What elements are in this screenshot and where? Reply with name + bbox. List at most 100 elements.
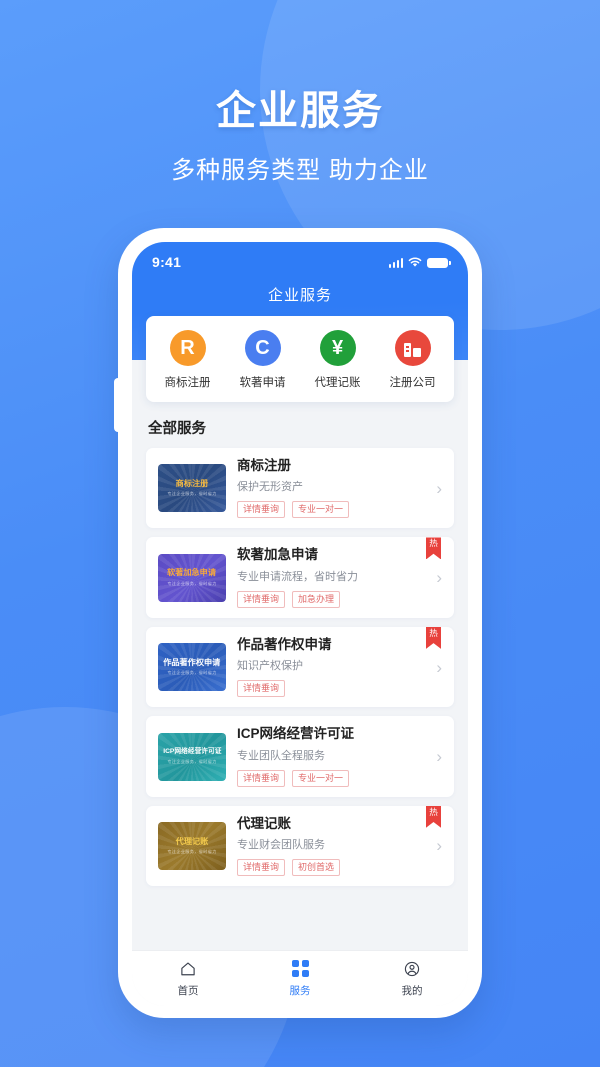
service-thumbnail: ICP网络经营许可证 专注企业服务，省时省力 [158, 732, 226, 781]
chevron-right-icon: › [436, 478, 442, 498]
service-tags: 详情垂询 加急办理 [237, 590, 426, 608]
service-description: 专业财会团队服务 [237, 838, 325, 851]
hot-badge: 热 [426, 805, 441, 828]
thumbnail-subtitle: 专注企业服务，省时省力 [167, 491, 217, 497]
thumbnail-subtitle: 专注企业服务，省时省力 [167, 759, 217, 765]
service-tag: 加急办理 [292, 590, 341, 608]
quick-action-glyph: R [180, 337, 195, 359]
tab-label: 服务 [289, 984, 311, 997]
chevron-right-icon: › [436, 657, 442, 677]
service-card[interactable]: 热 作品著作权申请 专注企业服务，省时省力 作品著作权申请 知识产权保护 详情垂… [146, 626, 454, 708]
status-icons [388, 257, 451, 268]
thumbnail-subtitle: 专注企业服务，省时省力 [167, 670, 217, 676]
service-tag: 专业一对一 [292, 769, 350, 787]
service-thumbnail: 商标注册 专注企业服务，省时省力 [158, 464, 226, 513]
volume-button [114, 378, 120, 432]
signal-bars-icon [388, 257, 403, 268]
status-time: 9:41 [152, 254, 182, 270]
grid-services-icon [291, 960, 309, 978]
phone-screen: 9:41 企业服务 R 商标注册 C 软著申请 ¥ 代理记账 注册公司 全部服务… [132, 242, 468, 1006]
quick-action-label: 商标注册 [164, 377, 211, 389]
promo-subtitle: 多种服务类型 助力企业 [171, 157, 429, 184]
section-title: 全部服务 [148, 421, 206, 437]
service-thumbnail: 软著加急申请 专注企业服务，省时省力 [158, 553, 226, 602]
promo-title: 企业服务 [216, 89, 384, 133]
chevron-right-icon: › [436, 836, 442, 856]
quick-action-company-registration[interactable]: 注册公司 [378, 330, 448, 390]
service-title: 商标注册 [237, 458, 291, 473]
chevron-right-icon: › [436, 568, 442, 588]
tab-services[interactable]: 服务 [244, 960, 356, 998]
quick-actions-card: R 商标注册 C 软著申请 ¥ 代理记账 注册公司 [146, 316, 454, 402]
service-thumbnail: 代理记账 专注企业服务，省时省力 [158, 821, 226, 870]
home-icon [179, 960, 197, 978]
trademark-r-icon: R [169, 330, 206, 366]
chevron-right-icon: › [436, 747, 442, 767]
service-tags: 详情垂询 专业一对一 [237, 501, 426, 519]
tab-home[interactable]: 首页 [132, 960, 244, 998]
profile-icon [403, 960, 421, 978]
service-title: 作品著作权申请 [237, 636, 332, 652]
service-description: 专业申请流程，省时省力 [237, 570, 358, 583]
service-card[interactable]: ICP网络经营许可证 专注企业服务，省时省力 ICP网络经营许可证 专业团队全程… [146, 716, 454, 797]
quick-action-label: 注册公司 [389, 377, 436, 389]
yuan-icon: ¥ [319, 330, 356, 366]
building-icon [394, 330, 431, 366]
tab-profile[interactable]: 我的 [356, 960, 468, 998]
service-card[interactable]: 热 代理记账 专注企业服务，省时省力 代理记账 专业财会团队服务 详情垂询 初创… [146, 805, 454, 887]
status-bar: 9:41 [132, 242, 468, 270]
service-info: 代理记账 专业财会团队服务 详情垂询 初创首选 [226, 815, 426, 877]
tab-label: 我的 [401, 984, 423, 997]
thumbnail-subtitle: 专注企业服务，省时省力 [167, 849, 217, 855]
service-info: ICP网络经营许可证 专业团队全程服务 详情垂询 专业一对一 [226, 726, 426, 787]
battery-icon [427, 257, 451, 268]
service-tag: 详情垂询 [237, 590, 286, 608]
thumbnail-title: 商标注册 [175, 478, 209, 488]
tab-bar: 首页 服务 我的 [132, 950, 468, 1006]
service-info: 商标注册 保护无形资产 详情垂询 专业一对一 [226, 458, 426, 519]
service-tags: 详情垂询 [237, 680, 426, 698]
building-glyph [404, 340, 421, 357]
quick-actions-section: R 商标注册 C 软著申请 ¥ 代理记账 注册公司 [132, 316, 468, 402]
thumbnail-title: ICP网络经营许可证 [162, 748, 222, 755]
quick-action-software-copyright[interactable]: C 软著申请 [228, 330, 298, 390]
promo-background: 企业服务 多种服务类型 助力企业 9:41 企业服务 R 商标注册 C 软著申请… [0, 0, 600, 1067]
service-tag: 专业一对一 [292, 501, 350, 519]
quick-action-glyph: ¥ [331, 337, 344, 359]
service-title: ICP网络经营许可证 [237, 726, 355, 742]
copyright-c-icon: C [244, 330, 281, 366]
service-tag: 详情垂询 [237, 501, 286, 519]
service-thumbnail: 作品著作权申请 专注企业服务，省时省力 [158, 643, 226, 692]
service-description: 专业团队全程服务 [237, 749, 325, 762]
service-description: 知识产权保护 [237, 660, 303, 673]
service-card[interactable]: 商标注册 专注企业服务，省时省力 商标注册 保护无形资产 详情垂询 专业一对一 … [146, 448, 454, 529]
service-title: 代理记账 [237, 815, 291, 831]
quick-action-label: 代理记账 [314, 377, 361, 389]
service-info: 作品著作权申请 知识产权保护 详情垂询 [226, 636, 426, 698]
service-tag: 详情垂询 [237, 680, 286, 698]
thumbnail-title: 作品著作权申请 [163, 657, 221, 667]
service-title: 软著加急申请 [237, 547, 318, 563]
service-tags: 详情垂询 初创首选 [237, 858, 426, 877]
service-info: 软著加急申请 专业申请流程，省时省力 详情垂询 加急办理 [226, 547, 426, 608]
service-tags: 详情垂询 专业一对一 [237, 769, 426, 787]
quick-action-label: 软著申请 [239, 377, 286, 389]
hot-badge: 热 [426, 626, 441, 649]
service-card[interactable]: 热 软著加急申请 专注企业服务，省时省力 软著加急申请 专业申请流程，省时省力 … [146, 537, 454, 618]
quick-action-bookkeeping[interactable]: ¥ 代理记账 [303, 330, 373, 390]
service-tag: 详情垂询 [237, 858, 286, 877]
wifi-icon [408, 257, 422, 267]
quick-action-glyph: C [255, 337, 270, 359]
service-tag: 初创首选 [292, 858, 341, 877]
thumbnail-title: 软著加急申请 [167, 567, 217, 578]
hot-badge: 热 [426, 537, 441, 560]
services-list[interactable]: 全部服务 商标注册 专注企业服务，省时省力 商标注册 保护无形资产 详情垂询 专… [132, 402, 468, 950]
thumbnail-subtitle: 专注企业服务，省时省力 [167, 580, 217, 586]
service-tag: 详情垂询 [237, 769, 286, 787]
tab-label: 首页 [177, 984, 199, 997]
service-description: 保护无形资产 [237, 481, 303, 494]
quick-action-trademark[interactable]: R 商标注册 [153, 330, 223, 390]
phone-mockup: 9:41 企业服务 R 商标注册 C 软著申请 ¥ 代理记账 注册公司 全部服务… [114, 228, 482, 1018]
nav-title: 企业服务 [267, 287, 332, 304]
thumbnail-title: 代理记账 [175, 835, 209, 846]
